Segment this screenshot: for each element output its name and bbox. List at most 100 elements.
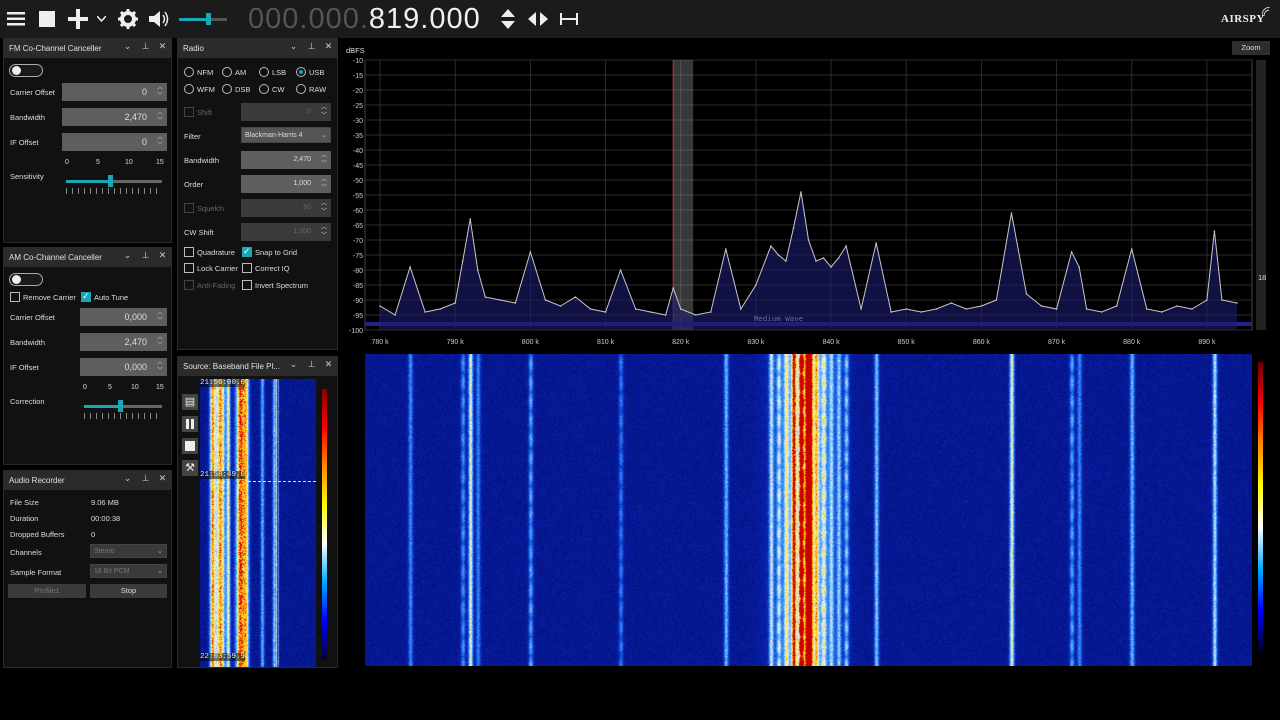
waterfall-view[interactable] <box>343 352 1274 668</box>
pin-icon[interactable]: ⊥ <box>139 250 152 264</box>
shift-field[interactable]: 0 ︿ ﹀ <box>241 103 331 121</box>
pin-icon[interactable]: ⊥ <box>139 41 152 55</box>
correction-slider[interactable] <box>84 400 162 425</box>
mode-radio-usb[interactable] <box>296 67 306 77</box>
file-waterfall[interactable] <box>200 379 316 667</box>
tools-button[interactable]: ⚒ <box>182 460 198 476</box>
open-file-button[interactable]: ▤ <box>182 394 198 410</box>
updown-arrows-icon[interactable] <box>497 7 519 31</box>
channels-select[interactable]: Stereo ⌄ <box>90 544 167 558</box>
gear-icon[interactable] <box>116 7 140 31</box>
chevron-down-icon[interactable]: ⌄ <box>121 41 134 55</box>
waterfall-canvas[interactable] <box>365 354 1252 666</box>
quadrature-checkbox[interactable] <box>184 247 194 257</box>
correct-iq-checkbox[interactable] <box>242 263 252 273</box>
mode-label-cw: CW <box>272 85 285 94</box>
add-icon[interactable] <box>66 7 90 31</box>
mode-radio-lsb[interactable] <box>259 67 269 77</box>
volume-slider[interactable] <box>179 13 227 38</box>
spinner-icon[interactable]: ︿ ﹀ <box>155 134 165 150</box>
mode-radio-am[interactable] <box>222 67 232 77</box>
time-start-label: 21:56:00.0 <box>200 379 246 387</box>
zoom-button[interactable]: Zoom <box>1232 41 1270 55</box>
spectrum-point <box>1191 308 1193 310</box>
chevron-down-icon[interactable]: ⌄ <box>121 250 134 264</box>
spinner-icon[interactable]: ︿ ﹀ <box>155 109 165 125</box>
leftright-arrows-icon[interactable] <box>526 7 550 31</box>
bandwidth-field[interactable]: 2,470 ︿ ﹀ <box>80 333 167 351</box>
snap-to-grid-checkbox[interactable] <box>242 246 252 257</box>
scale-label: 0 <box>83 384 87 391</box>
spectrum-point <box>905 308 908 310</box>
pin-icon[interactable]: ⊥ <box>139 473 152 487</box>
chevron-down-icon[interactable]: ⌄ <box>287 41 300 55</box>
spinner-icon[interactable]: ︿ ﹀ <box>319 224 329 240</box>
span-icon[interactable] <box>558 7 580 31</box>
close-icon[interactable]: ✕ <box>322 359 335 373</box>
if-offset-field[interactable]: 0,000 ︿ ﹀ <box>80 358 167 376</box>
close-icon[interactable]: ✕ <box>156 250 169 264</box>
mode-radio-cw[interactable] <box>259 84 269 94</box>
stop-button[interactable]: Stop <box>90 584 167 598</box>
pin-icon[interactable]: ⊥ <box>305 359 318 373</box>
anti-fading-checkbox[interactable] <box>184 280 194 290</box>
squelch-field[interactable]: 50 ︿ ﹀ <box>241 199 331 217</box>
spectrum-point <box>439 308 441 310</box>
spinner-icon[interactable]: ︿ ﹀ <box>155 334 165 350</box>
chevron-down-icon[interactable]: ⌄ <box>287 359 300 373</box>
shift-checkbox[interactable] <box>184 107 194 117</box>
filter-select[interactable]: Blackman-Harris 4 ⌄ <box>241 127 331 143</box>
chevron-down-icon[interactable] <box>94 7 108 31</box>
y-tick-label: -90 <box>353 298 363 305</box>
spectrum-point <box>1115 305 1118 307</box>
mode-radio-wfm[interactable] <box>184 84 194 94</box>
bandwidth-field[interactable]: 2,470 ︿ ﹀ <box>241 151 331 169</box>
carrier-offset-field[interactable]: 0 ︿ ﹀ <box>62 83 167 101</box>
close-icon[interactable]: ✕ <box>156 473 169 487</box>
sensitivity-slider[interactable] <box>66 175 162 200</box>
mode-radio-dsb[interactable] <box>222 84 232 94</box>
pin-icon[interactable]: ⊥ <box>305 41 318 55</box>
stop-icon[interactable] <box>36 7 58 31</box>
profile-button[interactable]: Profile1 <box>8 584 86 598</box>
pause-button[interactable] <box>182 416 198 432</box>
close-icon[interactable]: ✕ <box>322 41 335 55</box>
squelch-checkbox[interactable] <box>184 203 194 213</box>
spectrum-chart[interactable]: -10 -15 -20 -25 -30 -35 -40 -45 -50 -55 -60 -65 -70 -… <box>343 38 1274 348</box>
speaker-icon[interactable] <box>147 7 171 31</box>
spectrum-view[interactable]: -10 -15 -20 -25 -30 -35 -40 -45 -50 -55 -60 -65 -70 -… <box>343 38 1274 348</box>
scale-label: 15 <box>156 384 164 391</box>
mode-radio-nfm[interactable] <box>184 67 194 77</box>
spinner-icon[interactable]: ︿ ﹀ <box>155 359 165 375</box>
stop-playback-button[interactable] <box>182 438 198 454</box>
mode-radio-raw[interactable] <box>296 84 306 94</box>
cw-shift-field[interactable]: 1,000 ︿ ﹀ <box>241 223 331 241</box>
enable-toggle[interactable] <box>9 273 43 286</box>
cw-shift-label: CW Shift <box>184 228 214 237</box>
chevron-down-icon[interactable]: ⌄ <box>121 473 134 487</box>
remove-carrier-checkbox[interactable] <box>10 292 20 302</box>
spectrum-point <box>709 311 712 313</box>
frequency-display[interactable]: 000.000.819.000 <box>248 3 481 35</box>
frequency-digits[interactable]: 819.000 <box>369 3 481 35</box>
spinner-icon[interactable]: ︿ ﹀ <box>155 309 165 325</box>
order-field[interactable]: 1,000 ︿ ﹀ <box>241 175 331 193</box>
frequency-leading-digits[interactable]: 000.000. <box>248 3 369 35</box>
spinner-icon[interactable]: ︿ ﹀ <box>319 104 329 120</box>
spinner-icon[interactable]: ︿ ﹀ <box>319 176 329 192</box>
lock-carrier-checkbox[interactable] <box>184 263 194 273</box>
close-icon[interactable]: ✕ <box>156 41 169 55</box>
spinner-icon[interactable]: ︿ ﹀ <box>319 200 329 216</box>
carrier-offset-field[interactable]: 0,000 ︿ ﹀ <box>80 308 167 326</box>
bandwidth-field[interactable]: 2,470 ︿ ﹀ <box>62 108 167 126</box>
spinner-icon[interactable]: ︿ ﹀ <box>319 152 329 168</box>
enable-toggle[interactable] <box>9 64 43 77</box>
spinner-icon[interactable]: ︿ ﹀ <box>155 84 165 100</box>
if-offset-field[interactable]: 0 ︿ ﹀ <box>62 133 167 151</box>
invert-spectrum-checkbox[interactable] <box>242 280 252 290</box>
menu-icon[interactable] <box>5 7 27 31</box>
auto-tune-checkbox[interactable] <box>81 291 91 302</box>
if-offset-value: 0,000 <box>124 362 147 372</box>
zoom-slider-track[interactable] <box>1256 60 1266 330</box>
sample-format-select[interactable]: 16 Bit PCM ⌄ <box>90 564 167 578</box>
